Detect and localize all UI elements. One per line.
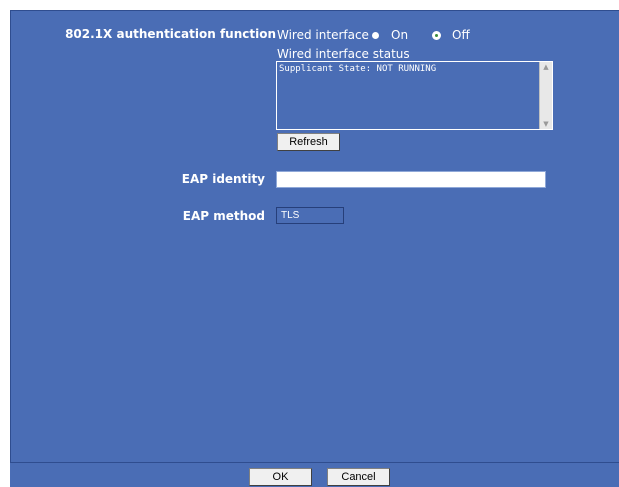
eap-identity-input[interactable] (276, 171, 546, 188)
scroll-down-icon[interactable]: ▼ (540, 119, 552, 129)
footer-bar (10, 462, 619, 487)
ok-button[interactable]: OK (249, 468, 312, 486)
radio-off-label[interactable]: Off (452, 28, 470, 42)
refresh-button[interactable]: Refresh (277, 133, 340, 151)
status-scrollbar[interactable]: ▲ ▼ (539, 62, 552, 129)
scroll-up-icon[interactable]: ▲ (540, 62, 552, 72)
eap-method-label: EAP method (182, 209, 265, 223)
radio-on-label[interactable]: On (391, 28, 408, 42)
auth-function-label: 802.1X authentication function (65, 27, 276, 41)
radio-off[interactable] (432, 31, 441, 40)
cancel-button[interactable]: Cancel (327, 468, 390, 486)
eap-identity-label: EAP identity (181, 172, 265, 186)
status-textarea[interactable]: Supplicant State: NOT RUNNING ▲ ▼ (276, 61, 553, 130)
status-text: Supplicant State: NOT RUNNING (279, 64, 437, 74)
eap-method-select[interactable]: TLS (276, 207, 344, 224)
wired-interface-label: Wired interface (277, 28, 369, 42)
wired-interface-status-label: Wired interface status (277, 47, 410, 61)
radio-on[interactable] (372, 32, 379, 39)
